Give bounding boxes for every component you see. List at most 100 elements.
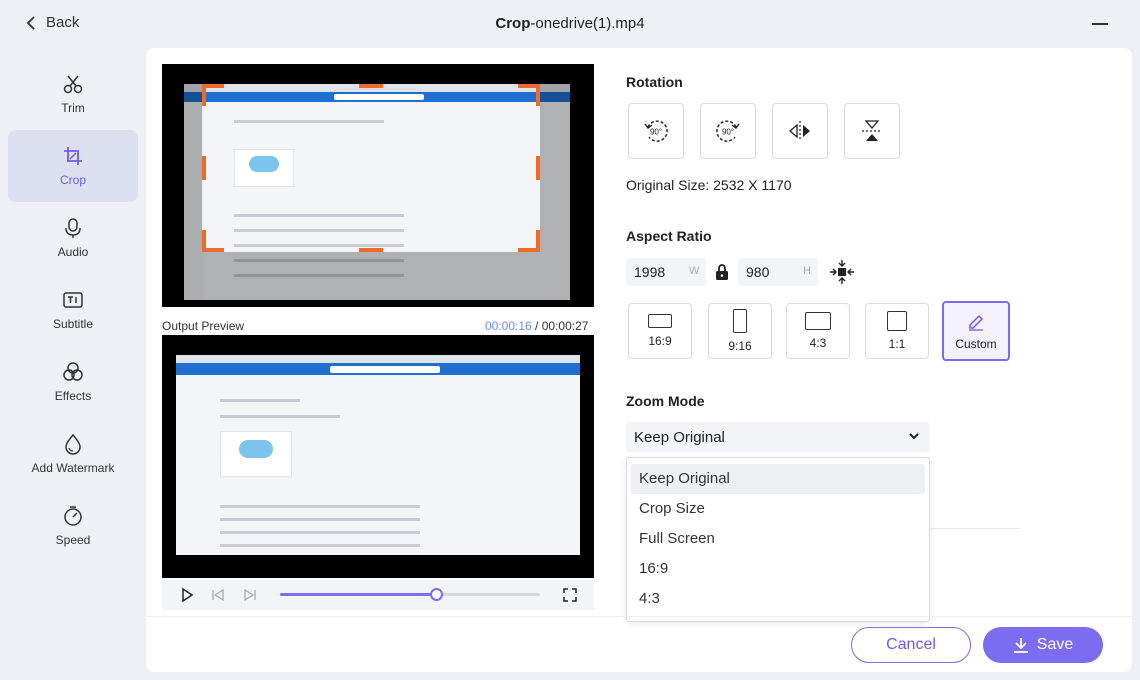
sidebar-item-trim[interactable]: Trim <box>8 58 138 130</box>
sidebar-item-label: Trim <box>61 101 85 115</box>
sidebar-item-label: Effects <box>54 389 92 403</box>
ratio-16-9-button[interactable]: 16:9 <box>628 303 692 359</box>
fit-center-icon[interactable] <box>829 259 855 285</box>
crop-handle-bottom-left[interactable] <box>202 230 224 252</box>
crop-preview[interactable] <box>162 64 594 307</box>
watermark-drop-icon <box>65 433 81 455</box>
crop-mask-left <box>184 84 202 300</box>
progress-bar[interactable] <box>280 588 540 601</box>
rotate-cw-icon: 90° <box>716 120 740 142</box>
flip-horizontal-icon <box>789 121 810 141</box>
save-label: Save <box>1036 636 1074 653</box>
zoom-option-16-9[interactable]: 16:9 <box>631 554 925 584</box>
effects-icon <box>63 362 83 381</box>
crop-icon <box>64 147 82 165</box>
timecode: 00:00:16 / 00:00:27 <box>485 319 588 333</box>
save-button[interactable]: Save <box>983 627 1103 663</box>
crop-mask-bottom <box>202 252 540 300</box>
rotate-left-label: 90° <box>650 128 662 137</box>
width-unit: W <box>689 265 700 277</box>
progress-fill <box>280 593 436 596</box>
title-bar: Back Crop-onedrive(1).mp4 <box>0 0 1140 48</box>
cancel-button[interactable]: Cancel <box>851 627 971 663</box>
speed-gauge-icon <box>64 506 82 526</box>
ratio-label: 9:16 <box>728 339 752 353</box>
window-title-prefix: Crop <box>495 15 531 32</box>
zoom-option-4-3[interactable]: 4:3 <box>631 584 925 614</box>
height-unit: H <box>803 265 811 277</box>
ratio-custom-button[interactable]: Custom <box>942 301 1010 361</box>
player-controls <box>162 580 594 610</box>
rotate-right-button[interactable]: 90° <box>700 103 756 159</box>
zoom-mode-title: Zoom Mode <box>626 393 705 409</box>
ratio-label: Custom <box>955 337 997 351</box>
output-preview <box>162 335 594 578</box>
sidebar-item-speed[interactable]: Speed <box>8 490 138 562</box>
zoom-option-crop-size[interactable]: Crop Size <box>631 494 925 524</box>
sidebar-item-add-watermark[interactable]: Add Watermark <box>8 418 138 490</box>
zoom-mode-selected: Keep Original <box>634 428 725 446</box>
crop-frame[interactable] <box>202 84 540 252</box>
ratio-4-3-button[interactable]: 4:3 <box>786 303 850 359</box>
minimize-button[interactable] <box>1092 23 1108 25</box>
chevron-down-icon <box>909 433 919 440</box>
sidebar-item-crop[interactable]: Crop <box>8 130 138 202</box>
flip-horizontal-button[interactable] <box>772 103 828 159</box>
sidebar-item-subtitle[interactable]: Subtitle <box>8 274 138 346</box>
sidebar-item-audio[interactable]: Audio <box>8 202 138 274</box>
footer-divider <box>146 616 1132 617</box>
ratio-1-1-icon <box>887 311 907 331</box>
zoom-option-full-screen[interactable]: Full Screen <box>631 524 925 554</box>
ratio-label: 16:9 <box>648 334 672 348</box>
flip-vertical-button[interactable] <box>844 103 900 159</box>
previous-frame-icon[interactable] <box>210 587 226 603</box>
sidebar-item-label: Speed <box>55 533 91 547</box>
rotate-right-label: 90° <box>722 128 734 137</box>
rotate-ccw-icon: 90° <box>644 120 668 142</box>
crop-handle-bottom-right[interactable] <box>518 230 540 252</box>
progress-knob[interactable] <box>430 588 443 601</box>
download-icon <box>1013 638 1028 653</box>
zoom-mode-select[interactable]: Keep Original <box>626 422 930 452</box>
pencil-icon <box>969 314 984 331</box>
crop-handle-top-left[interactable] <box>202 84 224 106</box>
crop-handle-top-right[interactable] <box>518 84 540 106</box>
ratio-4-3-icon <box>805 312 831 330</box>
crop-handle-bottom[interactable] <box>359 248 383 252</box>
next-frame-icon[interactable] <box>242 587 258 603</box>
time-total: 00:00:27 <box>541 319 589 333</box>
ratio-9-16-icon <box>733 309 747 333</box>
ratio-16-9-icon <box>648 314 672 328</box>
scissors-icon <box>63 75 83 94</box>
fullscreen-icon[interactable] <box>562 587 578 603</box>
zoom-option-keep-original[interactable]: Keep Original <box>631 464 925 494</box>
microphone-icon <box>65 218 81 238</box>
lock-icon[interactable] <box>714 263 730 281</box>
divider <box>930 528 1020 529</box>
sidebar-item-label: Audio <box>57 245 89 259</box>
output-preview-label: Output Preview <box>162 319 245 333</box>
ratio-label: 1:1 <box>888 337 906 351</box>
sidebar-item-label: Subtitle <box>52 317 94 331</box>
window-title-file: -onedrive(1).mp4 <box>530 15 645 32</box>
sidebar-item-label: Crop <box>59 173 86 187</box>
play-icon[interactable] <box>179 587 195 603</box>
output-video-frame <box>176 355 580 555</box>
sidebar-item-effects[interactable]: Effects <box>8 346 138 418</box>
zoom-mode-dropdown: Keep Original Crop Size Full Screen 16:9… <box>626 457 930 622</box>
crop-handle-top[interactable] <box>359 84 383 88</box>
window-title: Crop-onedrive(1).mp4 <box>0 15 1140 32</box>
ratio-label: 4:3 <box>809 336 827 350</box>
flip-vertical-icon <box>862 120 882 141</box>
time-current: 00:00:16 <box>485 319 532 333</box>
crop-handle-right[interactable] <box>536 156 540 180</box>
crop-mask-right <box>540 84 570 300</box>
ratio-1-1-button[interactable]: 1:1 <box>865 303 929 359</box>
aspect-ratio-title: Aspect Ratio <box>626 228 712 244</box>
original-size-text: Original Size: 2532 X 1170 <box>626 177 792 193</box>
crop-handle-left[interactable] <box>202 156 206 180</box>
ratio-9-16-button[interactable]: 9:16 <box>708 303 772 359</box>
rotate-left-button[interactable]: 90° <box>628 103 684 159</box>
subtitle-icon <box>63 292 83 308</box>
sidebar-item-label: Add Watermark <box>31 461 115 475</box>
